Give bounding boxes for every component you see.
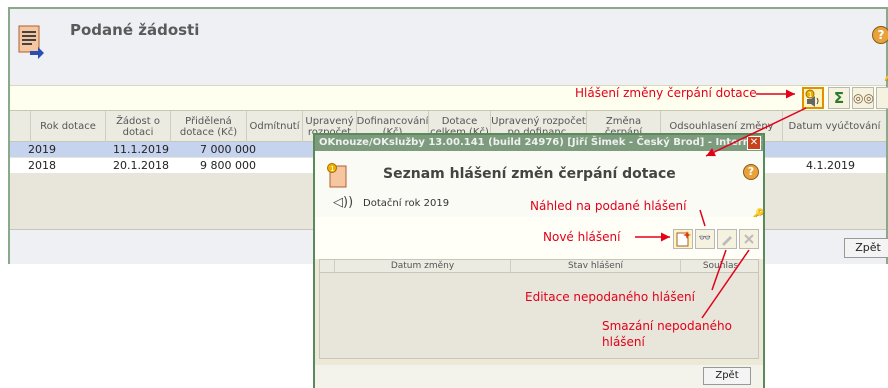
column-header[interactable]: Datum vyúčtování bbox=[782, 111, 886, 142]
speaker-icon: ◁)) bbox=[333, 195, 354, 210]
cell-zadost: 11.1.2019 bbox=[113, 143, 169, 156]
document-icon bbox=[18, 25, 44, 59]
column-header[interactable]: Rok dotace bbox=[30, 111, 105, 142]
cell-rok: 2019 bbox=[28, 143, 56, 156]
edit-icon[interactable] bbox=[717, 229, 737, 249]
delete-graphic bbox=[744, 234, 754, 244]
edit-graphic bbox=[722, 236, 732, 246]
annotation-editace: Editace nepodaného hlášení bbox=[525, 290, 695, 304]
annotation-hlaseni-zmeny: Hlášení změny čerpání dotace bbox=[575, 86, 757, 100]
popup-window: OKnouze/OKslužby 13.00.141 (build 24976)… bbox=[313, 133, 765, 388]
close-icon[interactable]: ✕ bbox=[747, 136, 761, 150]
cell-pridelena: 9 800 000 bbox=[200, 159, 256, 172]
popup-toolbar: 👓 bbox=[315, 217, 763, 259]
column-header[interactable]: Žádost o dotaci bbox=[105, 111, 170, 142]
main-header: Podané žádosti ? 🔑 bbox=[10, 9, 888, 85]
back-button[interactable]: Zpět bbox=[844, 238, 888, 258]
column-header[interactable]: Přidělená dotace (Kč) bbox=[170, 111, 246, 142]
column-header[interactable]: Odmítnutí bbox=[246, 111, 302, 142]
annotation-smazani-line1: Smazání nepodaného bbox=[602, 319, 732, 333]
delete-icon[interactable] bbox=[739, 229, 759, 249]
cell-zadost: 20.1.2018 bbox=[113, 159, 169, 172]
popup-title: Seznam hlášení změn čerpání dotace bbox=[383, 166, 676, 182]
column-header[interactable]: Datum změny bbox=[334, 260, 510, 273]
popup-table: Datum změny Stav hlášení Souhlas bbox=[319, 259, 759, 359]
speaker-notification-icon[interactable]: 1 bbox=[802, 87, 824, 109]
sigma-icon[interactable]: Σ bbox=[828, 87, 850, 109]
svg-text:1: 1 bbox=[808, 91, 812, 99]
column-header[interactable]: Stav hlášení bbox=[510, 260, 680, 273]
row-marker-header bbox=[320, 260, 334, 273]
svg-text:1: 1 bbox=[330, 165, 334, 173]
view-icon[interactable]: 👓 bbox=[695, 229, 715, 249]
speaker-notification-graphic: 1 bbox=[805, 89, 819, 107]
help-icon[interactable]: ? bbox=[743, 164, 759, 180]
annotation-nahled: Náhled na podané hlášení bbox=[530, 199, 687, 213]
cell-rok: 2018 bbox=[28, 159, 56, 172]
popup-footer: Zpět bbox=[315, 365, 763, 388]
page-title: Podané žádosti bbox=[70, 21, 200, 39]
popup-titlebar[interactable]: OKnouze/OKslužby 13.00.141 (build 24976)… bbox=[315, 135, 763, 151]
document-icon: 1 bbox=[327, 163, 347, 188]
annotation-nove: Nové hlášení bbox=[543, 230, 621, 244]
new-report-graphic bbox=[676, 231, 691, 247]
back-button[interactable]: Zpět bbox=[703, 367, 751, 385]
column-header[interactable]: Souhlas bbox=[680, 260, 760, 273]
cell-datum-vyuctovani: 4.1.2019 bbox=[806, 159, 855, 172]
key-icon[interactable]: 🔑 bbox=[884, 71, 888, 82]
cell-pridelena: 7 000 000 bbox=[200, 143, 256, 156]
popup-table-header: Datum změny Stav hlášení Souhlas bbox=[320, 260, 758, 273]
help-icon[interactable]: ? bbox=[872, 26, 888, 44]
new-report-icon[interactable] bbox=[673, 229, 693, 249]
edit-icon[interactable] bbox=[876, 87, 888, 109]
popup-subtitle: Dotační rok 2019 bbox=[363, 198, 450, 209]
row-marker-header bbox=[10, 111, 30, 142]
annotation-smazani-line2: hlášení bbox=[602, 335, 645, 349]
glasses-icon[interactable]: ◎◎ bbox=[852, 87, 874, 109]
